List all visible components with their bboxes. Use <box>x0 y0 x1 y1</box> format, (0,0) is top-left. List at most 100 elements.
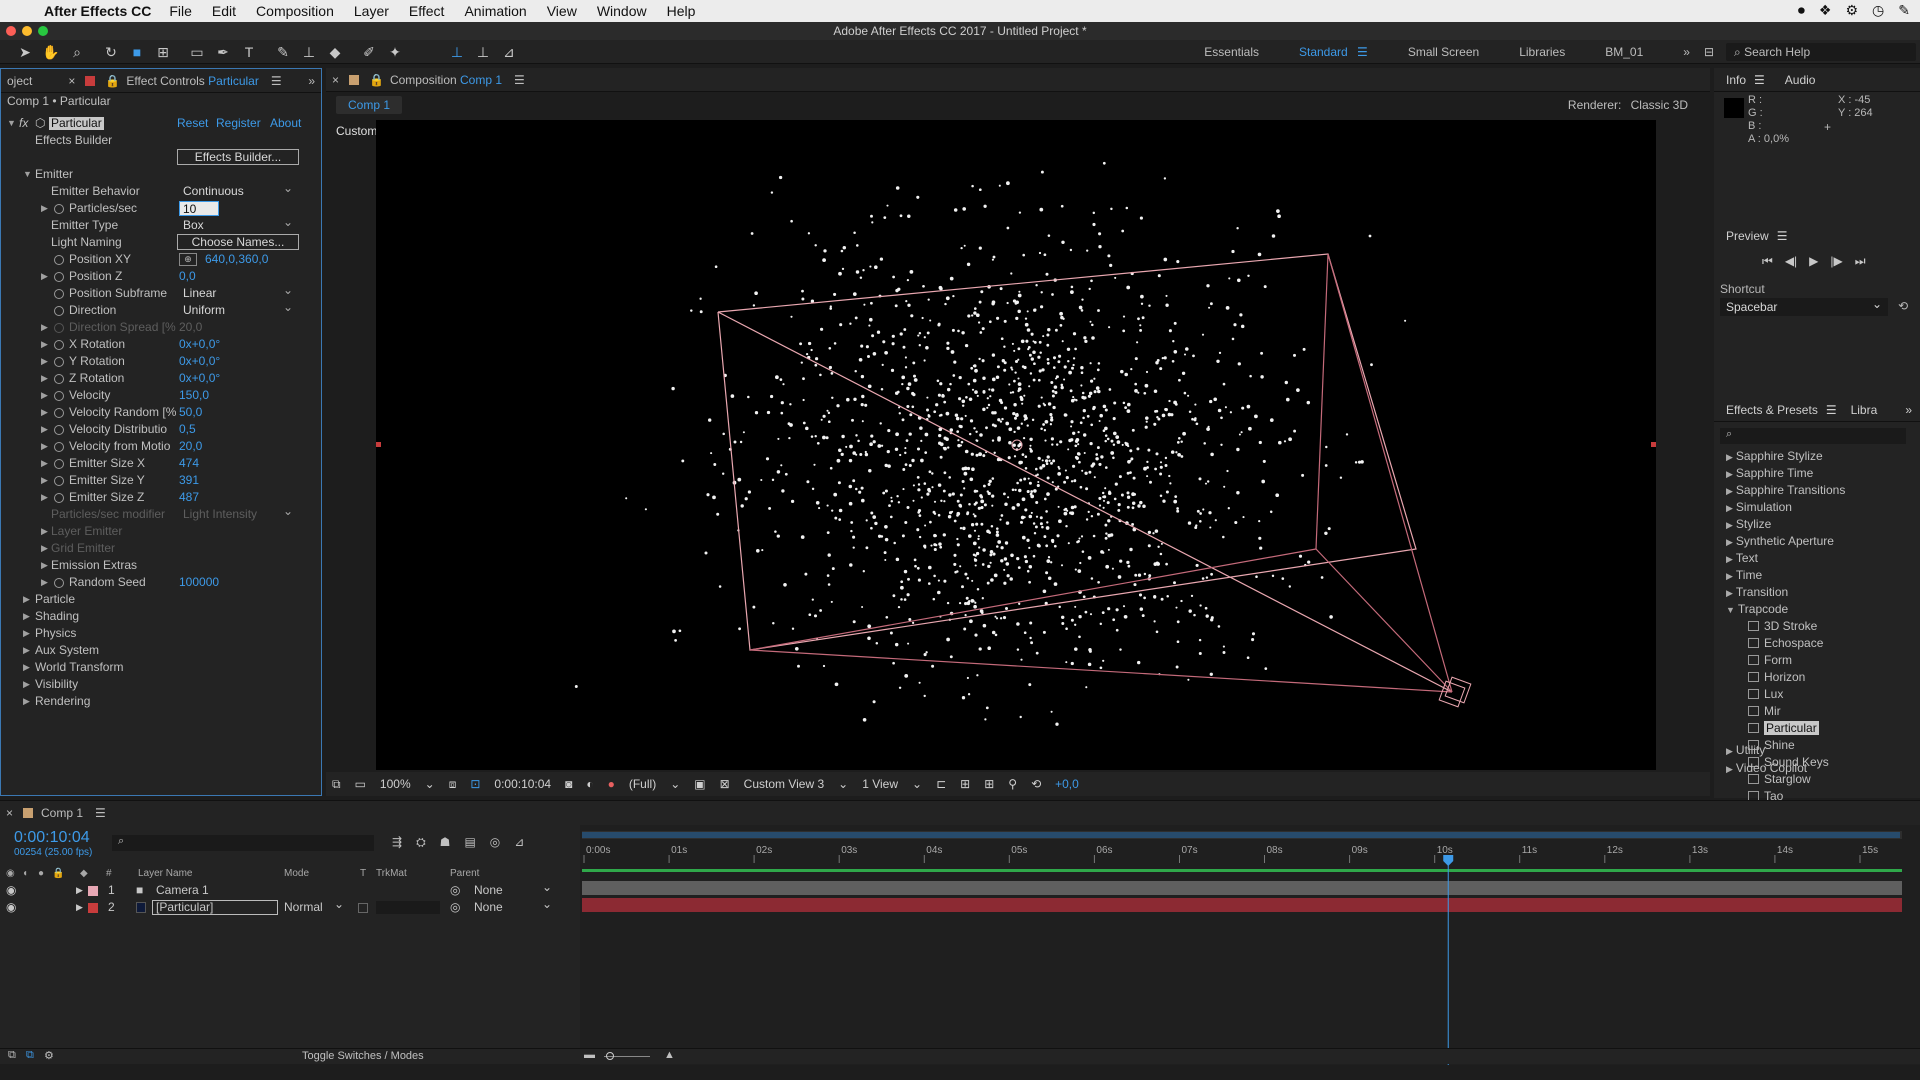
selection-tool-icon[interactable]: ➤ <box>14 42 36 62</box>
workspace-essentials[interactable]: Essentials <box>1204 45 1259 59</box>
lock-icon[interactable]: 🔒 <box>105 74 120 88</box>
pen-tool-icon[interactable]: ✒ <box>212 42 234 62</box>
position-z-value[interactable]: 0,0 <box>179 268 196 285</box>
audio-toggle-icon[interactable]: ◖ <box>22 865 28 882</box>
panel-expand-icon[interactable]: » <box>308 74 315 88</box>
timeline-graphic[interactable]: 0:00s 01s 02s 03s 04s 05s 06s 07s 08s 09s 10s 11s 12… <box>580 825 1920 1065</box>
category-sapphire-transitions[interactable]: ▶ Sapphire Transitions <box>1726 482 1845 499</box>
category-trapcode[interactable]: ▼ Trapcode <box>1726 601 1788 618</box>
search-help-toggle-icon[interactable]: ⊟ <box>1704 45 1714 59</box>
label-column-icon[interactable]: ◆ <box>80 865 88 882</box>
expand-triangle-icon[interactable]: ▶ <box>41 489 48 506</box>
snapshot-icon[interactable]: ◙ <box>565 777 572 791</box>
expand-triangle-icon[interactable]: ▶ <box>41 200 48 217</box>
type-tool-icon[interactable]: T <box>238 42 260 62</box>
menu-composition[interactable]: Composition <box>256 3 334 19</box>
comp-1-tab[interactable]: Comp 1 <box>336 96 403 114</box>
transparency-grid-icon[interactable]: ⊠ <box>720 777 730 791</box>
category-synthetic-aperture[interactable]: ▶ Synthetic Aperture <box>1726 533 1834 550</box>
tab-libraries[interactable]: Libra <box>1851 403 1878 417</box>
stopwatch-icon[interactable] <box>54 204 64 214</box>
panel-menu-icon[interactable]: ☰ <box>95 806 106 820</box>
layer-name-column-header[interactable]: Layer Name <box>138 865 192 882</box>
pickwhip-icon[interactable]: ◎ <box>450 882 460 899</box>
group-aux-system[interactable]: ▶ Aux System <box>1 642 319 659</box>
pan-behind-tool-icon[interactable]: ⊞ <box>152 42 174 62</box>
brush-tool-icon[interactable]: ✎ <box>272 42 294 62</box>
group-world-transform[interactable]: ▶ World Transform <box>1 659 319 676</box>
tab-composition[interactable]: Composition Comp 1 <box>390 73 502 87</box>
resolution-dropdown[interactable]: (Full) <box>629 777 656 791</box>
app-menu[interactable]: After Effects CC <box>44 3 151 19</box>
panel-menu-icon[interactable]: ☰ <box>1777 229 1788 243</box>
reset-link[interactable]: Reset <box>177 115 208 132</box>
stopwatch-icon[interactable] <box>54 306 64 316</box>
transfer-controls-icon[interactable]: ⧉ <box>26 1049 34 1062</box>
workspace-overflow-icon[interactable]: » <box>1683 45 1690 59</box>
zoom-dropdown[interactable]: 100% <box>380 777 411 791</box>
eye-icon[interactable]: ◉ <box>6 899 16 916</box>
in-out-icon[interactable]: ⚙ <box>44 1049 54 1062</box>
rotate-tool-icon[interactable]: ↻ <box>100 42 122 62</box>
lock-icon[interactable]: 🔒 <box>369 73 384 87</box>
tab-effect-controls[interactable]: Effect Controls Particular <box>126 74 259 88</box>
last-frame-icon[interactable]: ⏭ <box>1855 254 1866 269</box>
blend-mode-dropdown[interactable]: Normal ⌄ <box>284 897 346 916</box>
expand-triangle-icon[interactable]: ▶ <box>41 353 48 370</box>
time-ruler[interactable]: 0:00s 01s 02s 03s 04s 05s 06s 07s 08s 09s 10s 11s 12… <box>583 845 1878 863</box>
expand-triangle-icon[interactable]: ▶ <box>23 693 30 710</box>
zoom-out-icon[interactable]: ▬ <box>584 1049 595 1061</box>
stopwatch-icon[interactable] <box>54 408 64 418</box>
stopwatch-icon[interactable] <box>54 493 64 503</box>
zoom-in-icon[interactable]: ▲ <box>664 1049 675 1061</box>
workspace-standard[interactable]: Standard ☰ <box>1299 45 1368 59</box>
tab-project[interactable]: oject <box>7 74 32 88</box>
draft-3d-icon[interactable]: ⛭ <box>416 835 426 850</box>
group-physics[interactable]: ▶ Physics <box>1 625 319 642</box>
expand-triangle-icon[interactable]: ▶ <box>23 659 30 676</box>
fx-icon[interactable]: fx <box>19 115 28 132</box>
stopwatch-icon[interactable] <box>54 442 64 452</box>
screen-record-icon[interactable]: ⏺ <box>1798 2 1805 19</box>
effects-builder-button[interactable]: Effects Builder... <box>177 149 299 165</box>
category-time[interactable]: ▶ Time <box>1726 567 1762 584</box>
group-particle[interactable]: ▶ Particle <box>1 591 319 608</box>
y-rotation-value[interactable]: 0x+0,0° <box>179 353 220 370</box>
shy-icon[interactable]: ☗ <box>440 835 451 850</box>
crosshair-icon[interactable]: ⊕ <box>179 253 197 266</box>
world-axis-icon[interactable]: ⊥ <box>472 42 494 62</box>
minimize-window-button[interactable] <box>22 26 32 36</box>
region-of-interest-icon[interactable]: ▣ <box>694 777 705 791</box>
zoom-window-button[interactable] <box>38 26 48 36</box>
expand-triangle-icon[interactable]: ▶ <box>41 438 48 455</box>
timeline-track-area[interactable]: 0:00s 01s 02s 03s 04s 05s 06s 07s 08s 09s 10s 11s 12… <box>580 825 1920 1065</box>
video-toggle-icon[interactable]: ◉ <box>6 865 15 882</box>
velocity-value[interactable]: 150,0 <box>179 387 209 404</box>
layer-name[interactable]: Camera 1 <box>156 882 209 899</box>
lock-column-icon[interactable]: 🔒 <box>52 865 64 882</box>
expand-triangle-icon[interactable]: ▶ <box>41 387 48 404</box>
layer-switches-icon[interactable]: ⧉ <box>8 1049 16 1062</box>
position-subframe-dropdown[interactable]: Linear <box>179 283 297 301</box>
emitter-group-row[interactable]: ▼ Emitter <box>1 166 319 183</box>
effect-particular[interactable]: Particular <box>1748 720 1819 737</box>
close-window-button[interactable] <box>6 26 16 36</box>
expand-triangle-icon[interactable]: ▶ <box>41 557 48 574</box>
dropbox-icon[interactable]: ❖ <box>1819 2 1832 19</box>
stopwatch-icon[interactable] <box>54 476 64 486</box>
grid-icon[interactable]: ⊡ <box>470 777 480 791</box>
expand-triangle-icon[interactable]: ▶ <box>23 591 30 608</box>
roto-brush-tool-icon[interactable]: ✐ <box>358 42 380 62</box>
group-rendering[interactable]: ▶ Rendering <box>1 693 319 710</box>
direction-dropdown[interactable]: Uniform <box>179 300 297 318</box>
menu-edit[interactable]: Edit <box>212 3 236 19</box>
panel-menu-icon[interactable]: ☰ <box>1826 403 1837 417</box>
expand-triangle-icon[interactable]: ▶ <box>41 455 48 472</box>
category-sapphire-stylize[interactable]: ▶ Sapphire Stylize <box>1726 448 1823 465</box>
effect-mir[interactable]: Mir <box>1748 703 1781 720</box>
effect-echospace[interactable]: Echospace <box>1748 635 1823 652</box>
next-frame-icon[interactable]: |▶ <box>1830 254 1842 269</box>
stopwatch-icon[interactable] <box>54 357 64 367</box>
menu-file[interactable]: File <box>169 3 192 19</box>
timeline-icon[interactable]: ⊞ <box>984 777 994 791</box>
